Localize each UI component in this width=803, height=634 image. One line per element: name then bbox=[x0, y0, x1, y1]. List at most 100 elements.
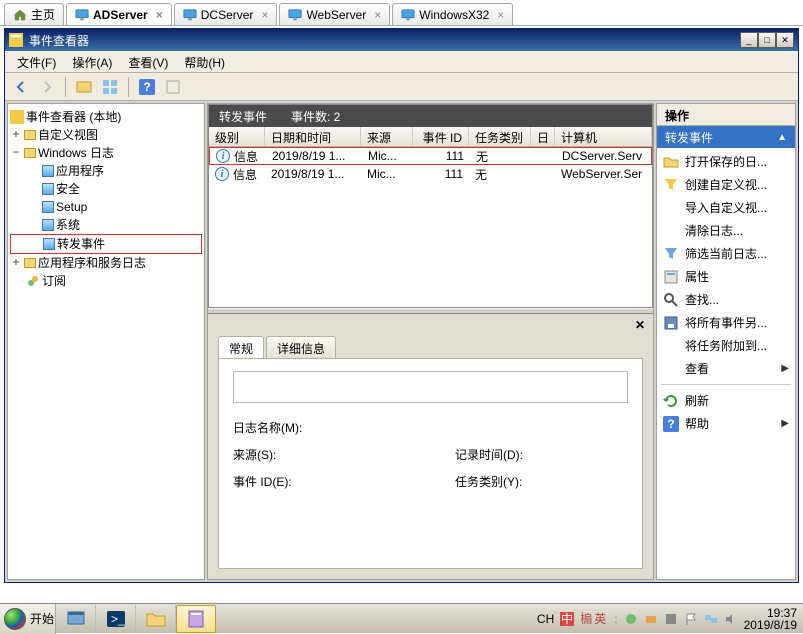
taskbar: 开始 >_ CH 中 㮼英 : 19:37 2019/8/19 bbox=[0, 603, 803, 633]
event-row[interactable]: i信息 2019/8/19 1... Mic... 111 无 WebServe… bbox=[209, 165, 652, 183]
folder-icon bbox=[24, 130, 36, 140]
taskbar-eventviewer[interactable] bbox=[176, 605, 216, 633]
expand-icon[interactable]: + bbox=[10, 254, 22, 272]
help-button[interactable]: ? bbox=[135, 76, 159, 98]
monitor-icon bbox=[75, 8, 89, 22]
action-open-saved[interactable]: 打开保存的日... bbox=[657, 150, 795, 173]
ime-icon[interactable]: 中 bbox=[560, 612, 574, 626]
tray-icon[interactable] bbox=[664, 612, 678, 626]
action-clear-log[interactable]: 清除日志... bbox=[657, 219, 795, 242]
detail-textbox[interactable] bbox=[233, 371, 628, 403]
col-date[interactable]: 日期和时间 bbox=[265, 127, 361, 146]
menu-help[interactable]: 帮助(H) bbox=[178, 52, 231, 73]
collapse-icon[interactable]: − bbox=[10, 144, 22, 162]
tree-app-service-logs[interactable]: +应用程序和服务日志 bbox=[10, 254, 202, 272]
titlebar[interactable]: 事件查看器 _ □ ✕ bbox=[5, 29, 798, 51]
properties-icon bbox=[663, 269, 679, 285]
close-icon[interactable]: × bbox=[261, 8, 268, 22]
col-eid[interactable]: 事件 ID bbox=[413, 127, 469, 146]
tree-root[interactable]: 事件查看器 (本地) bbox=[10, 108, 202, 126]
tab-details[interactable]: 详细信息 bbox=[266, 336, 336, 358]
menu-view[interactable]: 查看(V) bbox=[122, 52, 174, 73]
view-button[interactable] bbox=[98, 76, 122, 98]
tab-dcserver[interactable]: DCServer × bbox=[174, 3, 278, 25]
tab-adserver[interactable]: ADServer × bbox=[66, 3, 172, 25]
ime-text[interactable]: 㮼英 bbox=[580, 610, 608, 627]
col-computer[interactable]: 计算机 bbox=[555, 127, 652, 146]
menu-file[interactable]: 文件(F) bbox=[11, 52, 62, 73]
subscription-icon bbox=[26, 274, 40, 288]
separator bbox=[128, 77, 129, 97]
close-icon[interactable]: × bbox=[156, 8, 163, 22]
show-hide-button[interactable] bbox=[72, 76, 96, 98]
close-icon[interactable]: × bbox=[374, 8, 381, 22]
label-recorded: 记录时间(D): bbox=[455, 446, 535, 463]
detail-panel: ✕ 常规 详细信息 日志名称(M): 来源(S):记录时间(D): 事件 ID(… bbox=[208, 314, 653, 579]
options-button[interactable] bbox=[161, 76, 185, 98]
forward-button[interactable] bbox=[35, 76, 59, 98]
expand-icon[interactable]: + bbox=[10, 126, 22, 144]
action-create-view[interactable]: 创建自定义视... bbox=[657, 173, 795, 196]
tab-general[interactable]: 常规 bbox=[218, 336, 264, 358]
menu-action[interactable]: 操作(A) bbox=[66, 52, 118, 73]
windows-orb-icon bbox=[4, 608, 26, 630]
monitor-icon bbox=[288, 8, 302, 22]
cell-eid: 111 bbox=[413, 167, 469, 181]
actions-section[interactable]: 转发事件▲ bbox=[657, 126, 795, 148]
taskbar-servermanager[interactable] bbox=[56, 605, 96, 633]
tab-windowsx32[interactable]: WindowsX32 × bbox=[392, 3, 513, 25]
tree-custom-views[interactable]: +自定义视图 bbox=[10, 126, 202, 144]
col-task[interactable]: 任务类别 bbox=[469, 127, 531, 146]
tree-windows-logs[interactable]: −Windows 日志 bbox=[10, 144, 202, 162]
tree-subscriptions[interactable]: 订阅 bbox=[10, 272, 202, 290]
action-refresh[interactable]: 刷新 bbox=[657, 389, 795, 412]
tab-label: WindowsX32 bbox=[419, 8, 489, 22]
volume-icon[interactable] bbox=[724, 612, 738, 626]
action-import-view[interactable]: 导入自定义视... bbox=[657, 196, 795, 219]
tab-label: DCServer bbox=[201, 8, 254, 22]
action-properties[interactable]: 属性 bbox=[657, 265, 795, 288]
maximize-button[interactable]: □ bbox=[758, 32, 776, 48]
action-save-all[interactable]: 将所有事件另... bbox=[657, 311, 795, 334]
col-level[interactable]: 级别 bbox=[209, 127, 265, 146]
clock-time: 19:37 bbox=[744, 607, 797, 619]
cell-task: 无 bbox=[469, 166, 531, 183]
tree-system[interactable]: 系统 bbox=[10, 216, 202, 234]
lang-indicator[interactable]: CH bbox=[537, 612, 554, 626]
start-label: 开始 bbox=[30, 610, 54, 627]
tray-icon[interactable] bbox=[644, 612, 658, 626]
action-view[interactable]: 查看▶ bbox=[657, 357, 795, 380]
tree-forwarded-events[interactable]: 转发事件 bbox=[10, 234, 202, 254]
taskbar-explorer[interactable] bbox=[136, 605, 176, 633]
tab-webserver[interactable]: WebServer × bbox=[279, 3, 390, 25]
tree-application[interactable]: 应用程序 bbox=[10, 162, 202, 180]
action-filter[interactable]: 筛选当前日志... bbox=[657, 242, 795, 265]
clock[interactable]: 19:37 2019/8/19 bbox=[744, 607, 797, 631]
close-icon[interactable]: × bbox=[497, 8, 504, 22]
minimize-button[interactable]: _ bbox=[740, 32, 758, 48]
flag-icon[interactable] bbox=[684, 612, 698, 626]
col-d[interactable]: 日 bbox=[531, 127, 555, 146]
app-icon bbox=[9, 33, 23, 47]
col-source[interactable]: 来源 bbox=[361, 127, 413, 146]
close-icon[interactable]: ✕ bbox=[635, 318, 645, 332]
action-attach-task[interactable]: 将任务附加到... bbox=[657, 334, 795, 357]
action-find[interactable]: 查找... bbox=[657, 288, 795, 311]
tree-security[interactable]: 安全 bbox=[10, 180, 202, 198]
event-viewer-window: 事件查看器 _ □ ✕ 文件(F) 操作(A) 查看(V) 帮助(H) ? 事件… bbox=[4, 28, 799, 583]
start-button[interactable]: 开始 bbox=[0, 604, 56, 634]
tree-setup[interactable]: Setup bbox=[10, 198, 202, 216]
label-logname: 日志名称(M): bbox=[233, 419, 313, 436]
action-label: 查看 bbox=[685, 360, 709, 377]
action-label: 属性 bbox=[685, 268, 709, 285]
tree-label: Setup bbox=[56, 198, 87, 216]
action-help[interactable]: ?帮助▶ bbox=[657, 412, 795, 435]
close-button[interactable]: ✕ bbox=[776, 32, 794, 48]
event-row[interactable]: i信息 2019/8/19 1... Mic... 111 无 DCServer… bbox=[209, 147, 652, 165]
tab-home[interactable]: 主页 bbox=[4, 3, 64, 25]
folder-icon bbox=[24, 258, 36, 268]
taskbar-powershell[interactable]: >_ bbox=[96, 605, 136, 633]
network-icon[interactable] bbox=[704, 612, 718, 626]
back-button[interactable] bbox=[9, 76, 33, 98]
tray-icon[interactable] bbox=[624, 612, 638, 626]
